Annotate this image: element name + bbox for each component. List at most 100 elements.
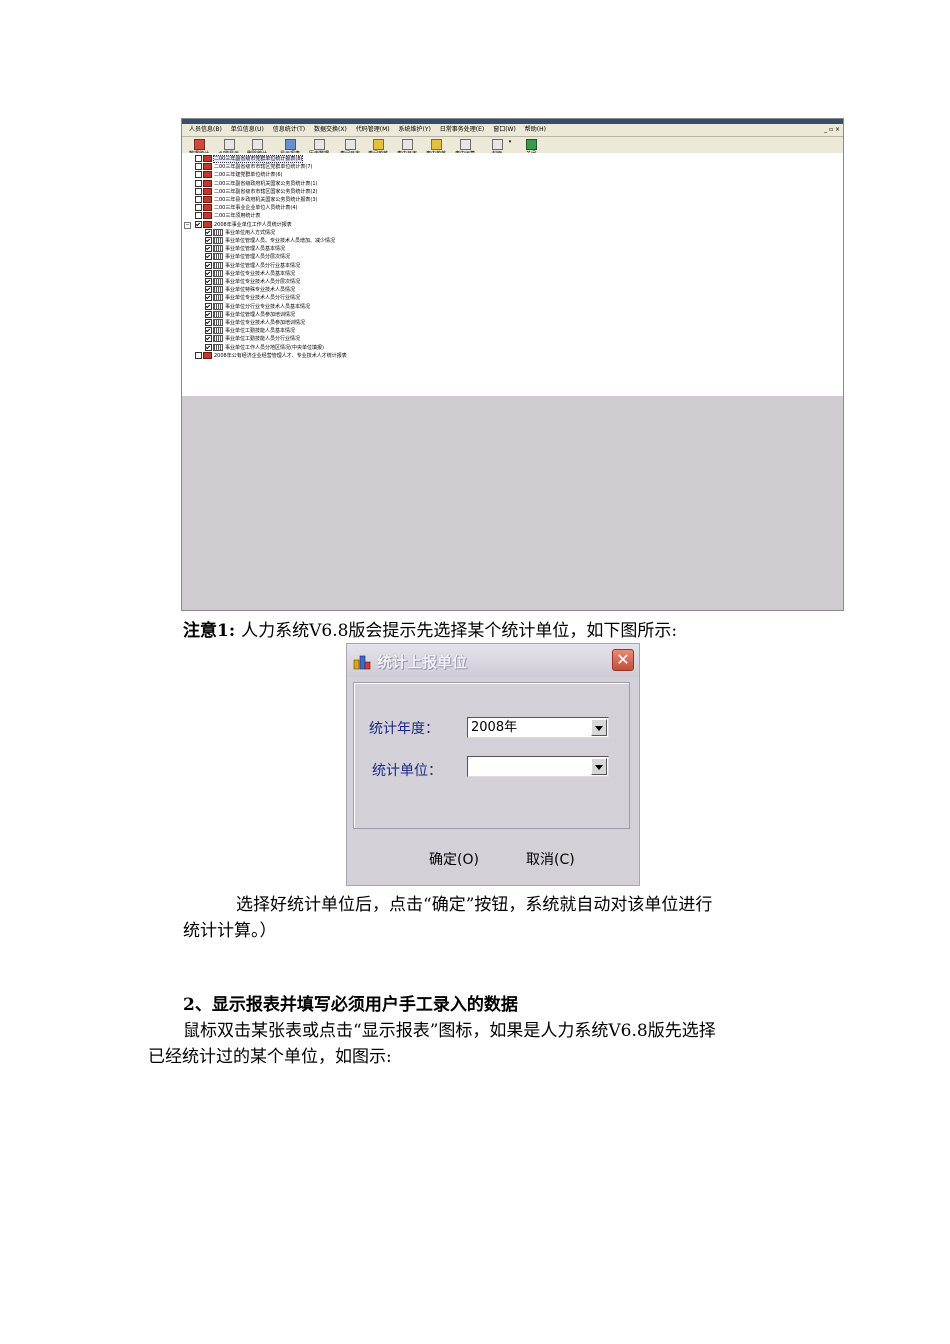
after-dialog-line-1: 选择好统计单位后，点击“确定”按钮，系统就自动对该单位进行 — [236, 895, 713, 915]
tree-item[interactable]: 二00三年须用统计表 — [195, 212, 260, 220]
tree-item-label: 二00三年副省级市党群单位统计报表(8) — [212, 155, 304, 163]
collapse-icon[interactable]: − — [184, 221, 191, 229]
checkbox[interactable] — [205, 269, 212, 277]
app-icon — [353, 655, 371, 670]
table-icon — [213, 319, 223, 326]
menu-item[interactable]: 人员信息(B) — [189, 124, 222, 136]
tree-item[interactable]: 事业单位专业技术人员分层次情况 — [205, 278, 300, 286]
tree-item-label: 事业单位专业技术人员基本情况 — [225, 270, 296, 277]
dialog-title: 统计上报单位 — [377, 653, 468, 671]
tree-item[interactable]: 二00三年事业企业单位人员统计表(4) — [195, 204, 297, 212]
note-1: 注意1: 人力系统V6.8版会提示先选择某个统计单位，如下图所示: — [183, 619, 677, 643]
checkbox[interactable] — [205, 294, 212, 302]
unit-select[interactable] — [467, 756, 609, 777]
checkbox[interactable] — [205, 319, 212, 326]
stats-icon — [193, 139, 205, 150]
history-icon — [313, 139, 325, 150]
book-icon — [203, 171, 212, 179]
checkbox[interactable] — [205, 327, 212, 335]
checkbox[interactable] — [195, 212, 202, 220]
tree-item[interactable]: 事业单位管理人员分行业基本情况 — [205, 261, 300, 270]
tree-item[interactable]: 二00三年副省级政府机关国家公务员统计表(1) — [195, 179, 317, 188]
checkbox[interactable] — [205, 261, 212, 269]
checkbox[interactable] — [205, 302, 212, 310]
window-controls[interactable]: _ ▫ × — [824, 124, 840, 136]
menu-item[interactable]: 帮助(H) — [525, 124, 546, 136]
cancel-button[interactable]: 取消(C) — [526, 849, 575, 869]
tree-item-label: 二00三年副省级市市辖区党群单位统计表(7) — [214, 164, 313, 171]
chevron-down-icon[interactable] — [591, 758, 607, 775]
checkbox[interactable] — [195, 187, 202, 195]
menu-item[interactable]: 信息统计(T) — [273, 124, 305, 136]
close-button[interactable]: ✕ — [612, 649, 634, 671]
note-1-label: 注意1: — [183, 621, 236, 641]
report-icon — [284, 139, 296, 150]
note-1-text: 人力系统V6.8版会提示先选择某个统计单位，如下图所示: — [241, 621, 678, 641]
tree-item[interactable]: 事业单位用人方式情况 — [205, 228, 275, 237]
tree-item[interactable]: 事业单位工勤技能人员分行业情况 — [205, 335, 300, 343]
checkbox[interactable] — [205, 335, 212, 343]
tree-item[interactable]: 二00三年副省级市市辖区国家公务员统计表(2) — [195, 187, 317, 196]
chevron-down-icon[interactable] — [591, 719, 607, 736]
checkbox[interactable] — [205, 286, 212, 294]
checkbox[interactable] — [195, 171, 202, 179]
checkbox[interactable] — [195, 204, 202, 212]
tree-item-label: 二00三年建党群单位统计表(6) — [214, 172, 283, 179]
checkbox[interactable] — [195, 163, 202, 171]
checkbox[interactable] — [205, 237, 212, 244]
tree-item[interactable]: 事业单位管理人员分层次情况 — [205, 253, 290, 261]
checkbox[interactable] — [205, 343, 212, 351]
checkbox[interactable] — [205, 278, 212, 285]
log-icon — [401, 139, 413, 150]
tree-item[interactable]: 事业单位工作人员分地区情况(中央单位填报) — [205, 343, 324, 352]
tree-item-label: 事业单位专业技术人员分层次情况 — [225, 279, 301, 285]
chevron-down-icon: ▾ — [508, 139, 512, 145]
checkbox[interactable] — [195, 196, 202, 203]
tree-item[interactable]: 事业单位专业技术人员分行业情况 — [205, 294, 300, 302]
tree-item[interactable]: 二00三年建党群单位统计表(6) — [195, 171, 282, 179]
table-icon — [213, 286, 223, 294]
tree-item[interactable]: 事业单位特殊专业技术人员情况 — [205, 286, 295, 294]
ok-button[interactable]: 确定(O) — [429, 849, 479, 869]
menu-item[interactable]: 单位信息(U) — [231, 124, 264, 136]
checkbox[interactable] — [195, 220, 202, 228]
checkbox[interactable] — [205, 310, 212, 318]
menu-item[interactable]: 数据交换(X) — [314, 124, 347, 136]
checkbox[interactable] — [205, 245, 212, 253]
tree-item-label: 事业单位特殊专业技术人员情况 — [225, 287, 296, 294]
tree-item[interactable]: 二00三年县乡政府机关国家公务员统计报表(3) — [195, 196, 317, 204]
tree-item[interactable]: − 2008年事业单位工作人员统计报表 — [184, 220, 292, 229]
tree-item[interactable]: 二00三年副省级市市辖区党群单位统计表(7) — [195, 163, 312, 171]
menu-item[interactable]: 日常事务处理(E) — [440, 124, 484, 136]
tree-item[interactable]: 事业单位专业技术人员参加培训情况 — [205, 319, 305, 327]
tree-item-label: 事业单位专业技术人员分行业情况 — [225, 295, 301, 302]
empty-area — [182, 396, 843, 610]
tree-item[interactable]: 事业单位工勤技能人员基本情况 — [205, 327, 295, 335]
year-select[interactable]: 2008年 — [467, 717, 609, 738]
tree-item[interactable]: 事业单位专业技术人员基本情况 — [205, 269, 296, 278]
app-screenshot: 人员信息(B) 单位信息(U) 信息统计(T) 数据交换(X) 代码管理(M) … — [181, 118, 844, 611]
tree-item[interactable]: 事业单位管理人员、专业技术人员增加、减少情况 — [205, 237, 335, 245]
checkbox[interactable] — [195, 179, 202, 187]
tree-item[interactable]: 事业单位分行业专业技术人员基本情况 — [205, 302, 310, 311]
printer-icon — [491, 139, 503, 150]
book-icon — [203, 351, 212, 359]
menu-item[interactable]: 窗口(W) — [493, 124, 516, 136]
checkbox[interactable] — [195, 351, 202, 359]
table-icon — [213, 327, 223, 335]
toolbar-dropdown[interactable]: ▾ — [504, 139, 516, 145]
tree-item[interactable]: 二00三年副省级市党群单位统计报表(8) — [195, 155, 304, 163]
checkbox[interactable] — [205, 228, 212, 236]
section-2-heading: 2、显示报表并填写必须用户手工录入的数据 — [183, 995, 518, 1015]
tree-item[interactable]: 事业单位管理人员基本情况 — [205, 245, 285, 253]
menu-item[interactable]: 系统维护(Y) — [399, 124, 431, 136]
menu-item[interactable]: 代码管理(M) — [356, 124, 390, 136]
book-icon — [203, 204, 212, 212]
tree-item[interactable]: 事业单位管理人员参加培训情况 — [205, 310, 295, 319]
dialog-titlebar: 统计上报单位 ✕ — [347, 644, 639, 677]
report-tree: 二00三年副省级市党群单位统计报表(8) 二00三年副省级市市辖区党群单位统计表(… — [182, 153, 843, 396]
check-icon — [430, 139, 442, 150]
checkbox[interactable] — [195, 155, 202, 162]
tree-item[interactable]: 2008年公有经济企业经营管理人才、专业技术人才统计报表 — [195, 351, 347, 360]
checkbox[interactable] — [205, 253, 212, 261]
